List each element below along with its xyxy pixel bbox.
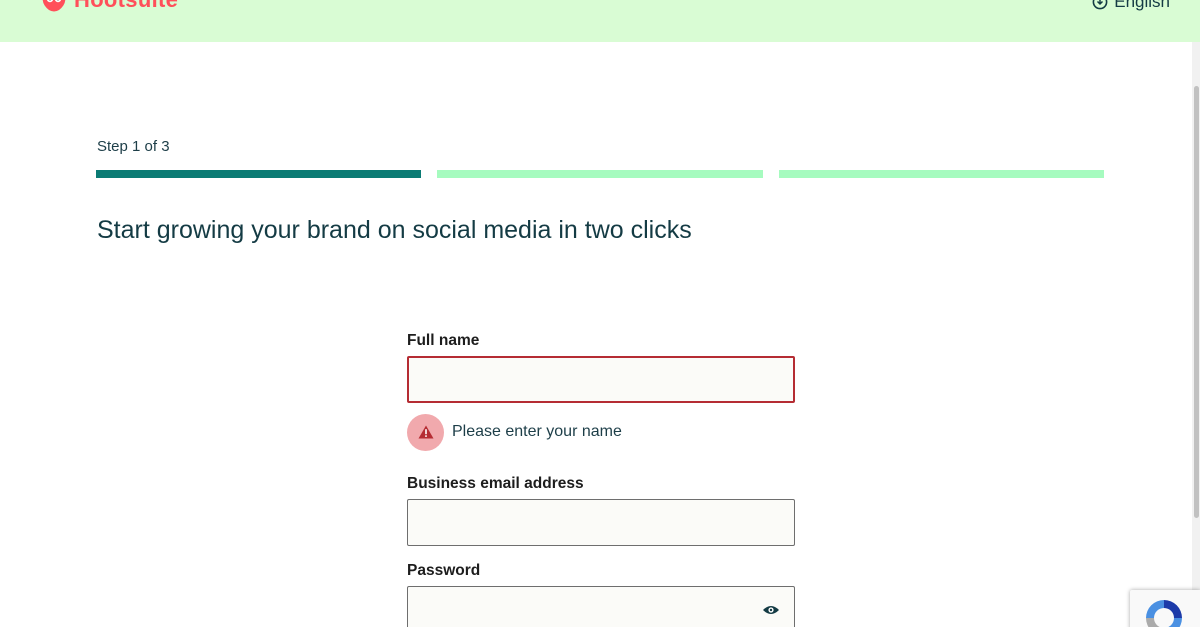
top-header: Hootsuite English xyxy=(0,0,1200,42)
step-indicator-label: Step 1 of 3 xyxy=(97,138,170,155)
progress-step-3 xyxy=(778,170,1104,178)
full-name-field: Full name Please enter your name xyxy=(407,332,795,451)
progress-step-2 xyxy=(437,170,763,178)
scrollbar-thumb[interactable] xyxy=(1194,86,1199,518)
recaptcha-icon xyxy=(1146,600,1182,627)
password-wrapper xyxy=(407,586,795,627)
language-selector[interactable]: English xyxy=(1092,0,1170,12)
email-field: Business email address xyxy=(407,475,795,546)
full-name-error-text: Please enter your name xyxy=(452,423,622,440)
page-headline: Start growing your brand on social media… xyxy=(97,216,692,244)
full-name-label: Full name xyxy=(407,332,480,349)
step-progress-bar xyxy=(96,170,1104,178)
error-badge xyxy=(407,413,444,451)
signup-form: Full name Please enter your name Busines… xyxy=(407,332,795,627)
password-label: Password xyxy=(407,562,481,579)
eye-icon xyxy=(763,606,779,614)
email-label: Business email address xyxy=(407,475,584,492)
password-input[interactable] xyxy=(407,586,795,627)
show-password-button[interactable] xyxy=(761,600,781,620)
recaptcha-badge[interactable] xyxy=(1130,590,1200,627)
language-label: English xyxy=(1114,0,1170,11)
password-field: Password xyxy=(407,562,795,627)
signup-page: Hootsuite English Step 1 of 3 Start grow… xyxy=(0,0,1200,627)
hootsuite-logo[interactable]: Hootsuite xyxy=(40,0,178,14)
warning-icon xyxy=(418,425,433,439)
email-input[interactable] xyxy=(407,499,795,546)
logo-text: Hootsuite xyxy=(74,0,178,13)
progress-step-1 xyxy=(96,170,422,178)
full-name-error: Please enter your name xyxy=(407,413,795,451)
page-scrollbar[interactable] xyxy=(1192,42,1200,627)
globe-icon xyxy=(1092,0,1108,10)
owl-logo-icon xyxy=(42,0,66,12)
full-name-input[interactable] xyxy=(407,356,795,403)
